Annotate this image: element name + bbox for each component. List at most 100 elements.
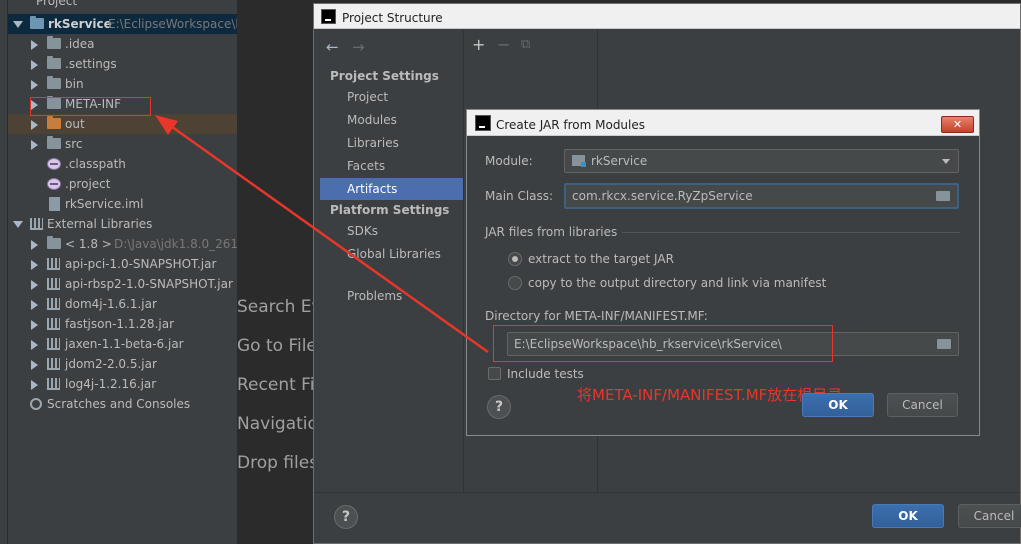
nav-item-facets[interactable]: Facets	[320, 155, 463, 177]
project-panel: Project rkService E:\EclipseWorkspace\hb…	[8, 0, 237, 544]
folder-icon	[47, 56, 61, 69]
tree-row-src[interactable]: src	[8, 134, 237, 154]
tree-row-project[interactable]: .project	[8, 174, 237, 194]
cancel-button[interactable]: Cancel	[958, 504, 1021, 528]
chevron-right-icon[interactable]	[31, 380, 38, 390]
chevron-down-icon[interactable]	[13, 21, 23, 28]
jar-icon	[47, 338, 60, 350]
extract-radio[interactable]	[508, 252, 522, 266]
module-select[interactable]: rkService	[564, 149, 959, 173]
chevron-right-icon[interactable]	[31, 60, 38, 70]
section-divider	[622, 232, 960, 233]
chevron-right-icon[interactable]	[31, 120, 38, 130]
tree-label: dom4j-1.6.1.jar	[65, 297, 157, 311]
help-button[interactable]: ?	[334, 505, 358, 529]
extract-radio-label[interactable]: extract to the target JAR	[528, 252, 674, 266]
tree-label: jaxen-1.1-beta-6.jar	[65, 337, 184, 351]
tree-row-jar[interactable]: api-rbsp2-1.0-SNAPSHOT.jar	[8, 274, 237, 294]
main-class-field[interactable]: com.rkcx.service.RyZpService	[564, 183, 959, 209]
copy-radio[interactable]	[508, 276, 522, 290]
folder-icon	[47, 36, 61, 49]
tree-row-jar[interactable]: fastjson-1.1.28.jar	[8, 314, 237, 334]
project-panel-title[interactable]: Project	[36, 0, 77, 8]
project-structure-titlebar[interactable]: Project Structure	[314, 4, 1020, 29]
module-icon	[572, 155, 586, 167]
nav-item-libraries[interactable]: Libraries	[320, 132, 463, 154]
browse-folder-icon[interactable]	[936, 191, 950, 201]
include-tests-checkbox[interactable]	[488, 367, 501, 380]
tree-path: D:\Java\jdk1.8.0_261	[114, 237, 237, 251]
module-folder-icon	[30, 16, 44, 29]
chevron-right-icon[interactable]	[31, 340, 38, 350]
browse-folder-icon[interactable]	[937, 339, 951, 349]
classpath-file-icon	[47, 158, 61, 170]
tree-row-settings[interactable]: .settings	[8, 54, 237, 74]
ok-button[interactable]: OK	[872, 504, 944, 528]
ok-button[interactable]: OK	[802, 393, 874, 417]
nav-item-problems[interactable]: Problems	[320, 285, 463, 307]
jar-files-heading: JAR files from libraries	[485, 225, 618, 239]
chevron-down-icon[interactable]	[13, 221, 23, 228]
chevron-right-icon[interactable]	[31, 280, 38, 290]
include-tests-label[interactable]: Include tests	[507, 367, 584, 381]
project-structure-title: Project Structure	[342, 11, 443, 25]
intellij-app-icon	[321, 9, 336, 24]
nav-item-project[interactable]: Project	[320, 86, 463, 108]
chevron-right-icon[interactable]	[31, 320, 38, 330]
chevron-right-icon[interactable]	[31, 140, 38, 150]
tree-row-bin[interactable]: bin	[8, 74, 237, 94]
tree-row-rkservice[interactable]: rkService E:\EclipseWorkspace\hb_rkservi…	[8, 14, 237, 34]
nav-item-global-libraries[interactable]: Global Libraries	[320, 243, 463, 265]
tree-row-jdk[interactable]: < 1.8 > D:\Java\jdk1.8.0_261	[8, 234, 237, 254]
chevron-right-icon[interactable]	[31, 40, 38, 50]
chevron-right-icon[interactable]	[31, 240, 38, 250]
add-icon[interactable]: +	[472, 35, 485, 54]
jar-icon	[47, 298, 60, 310]
iml-file-icon	[49, 197, 60, 211]
copy-icon[interactable]: ⧉	[521, 37, 530, 52]
chevron-right-icon[interactable]	[31, 80, 38, 90]
help-button[interactable]: ?	[487, 395, 511, 419]
project-panel-header: Project	[8, 0, 237, 10]
copy-radio-label[interactable]: copy to the output directory and link vi…	[528, 276, 826, 290]
nav-item-sdks[interactable]: SDKs	[320, 220, 463, 242]
back-arrow-icon[interactable]: ←	[326, 38, 339, 56]
meta-inf-highlight-box	[30, 97, 151, 116]
create-jar-dialog: Create JAR from Modules ✕ Module: rkServ…	[466, 109, 980, 436]
tree-row-classpath[interactable]: .classpath	[8, 154, 237, 174]
project-structure-button-bar: ? OK Cancel	[314, 492, 1021, 543]
forward-arrow-icon[interactable]: →	[352, 38, 365, 56]
remove-icon[interactable]: −	[497, 35, 510, 54]
create-jar-titlebar[interactable]: Create JAR from Modules ✕	[467, 110, 979, 136]
module-label: Module:	[485, 154, 533, 168]
tree-label: bin	[65, 77, 84, 91]
tree-label: .classpath	[65, 157, 126, 171]
cancel-button[interactable]: Cancel	[887, 393, 958, 417]
nav-item-modules[interactable]: Modules	[320, 109, 463, 131]
tool-window-strip	[0, 0, 8, 544]
chevron-right-icon[interactable]	[31, 300, 38, 310]
tree-row-scratches[interactable]: Scratches and Consoles	[8, 394, 237, 414]
tree-row-external-libraries[interactable]: External Libraries	[8, 214, 237, 234]
chevron-right-icon[interactable]	[31, 260, 38, 270]
library-icon	[30, 218, 43, 230]
close-button[interactable]: ✕	[941, 116, 974, 133]
tree-row-idea[interactable]: .idea	[8, 34, 237, 54]
tree-row-jar[interactable]: jdom2-2.0.5.jar	[8, 354, 237, 374]
jar-icon	[47, 278, 60, 290]
tree-row-jar[interactable]: jaxen-1.1-beta-6.jar	[8, 334, 237, 354]
platform-settings-heading: Platform Settings	[330, 203, 450, 217]
chevron-down-icon[interactable]	[942, 159, 950, 164]
settings-nav: ← → Project Settings Project Modules Lib…	[314, 30, 464, 492]
tree-row-jar[interactable]: api-pci-1.0-SNAPSHOT.jar	[8, 254, 237, 274]
tree-row-jar[interactable]: dom4j-1.6.1.jar	[8, 294, 237, 314]
jar-icon	[47, 378, 60, 390]
tree-row-jar[interactable]: log4j-1.2.16.jar	[8, 374, 237, 394]
tree-label: log4j-1.2.16.jar	[65, 377, 157, 391]
tree-label: rkService.iml	[65, 197, 144, 211]
tree-label: out	[65, 117, 85, 131]
tree-row-iml[interactable]: rkService.iml	[8, 194, 237, 214]
tree-row-out[interactable]: out	[8, 114, 237, 134]
nav-item-artifacts[interactable]: Artifacts	[320, 178, 463, 200]
chevron-right-icon[interactable]	[31, 360, 38, 370]
